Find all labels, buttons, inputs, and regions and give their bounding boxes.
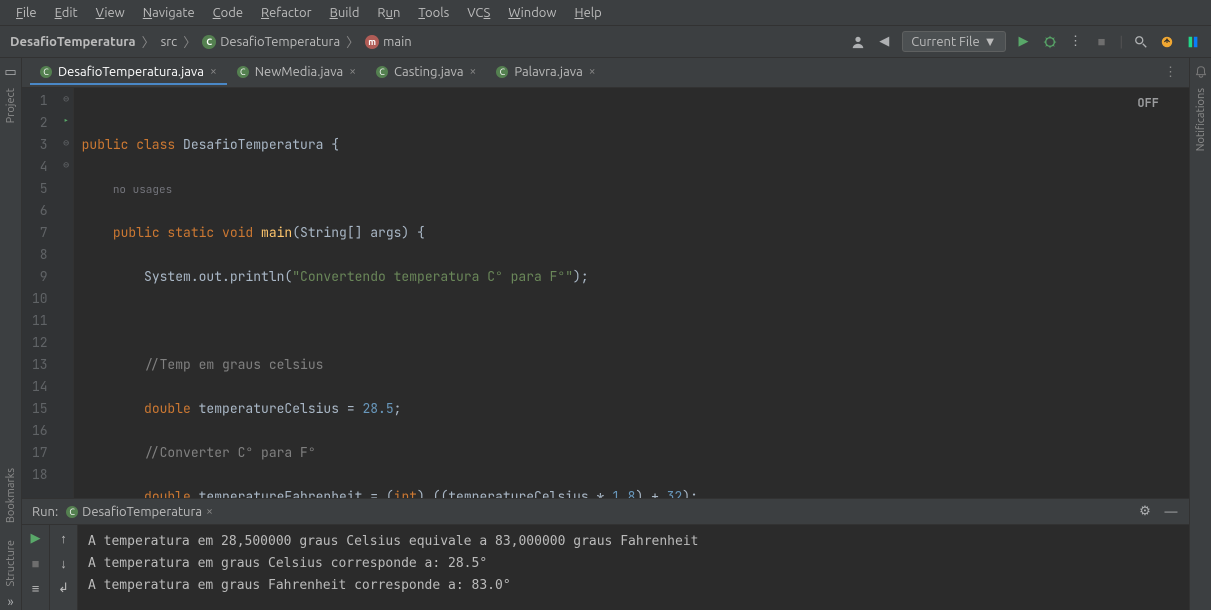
menu-tools[interactable]: Tools	[410, 4, 457, 22]
breadcrumb-sep: 〉	[142, 32, 155, 51]
menu-help[interactable]: Help	[567, 4, 610, 22]
run-button[interactable]: ▶	[1016, 34, 1032, 50]
back-icon[interactable]: ◀	[876, 34, 892, 50]
close-icon[interactable]: ×	[589, 65, 596, 78]
menu-navigate[interactable]: Navigate	[135, 4, 203, 22]
project-label[interactable]: Project	[5, 80, 17, 131]
class-icon: C	[496, 66, 508, 78]
ide-icon[interactable]	[1185, 34, 1201, 50]
tab-label: NewMedia.java	[255, 65, 344, 79]
inspection-off-badge[interactable]: OFF	[1137, 92, 1159, 114]
toolbar-sep: |	[1120, 35, 1124, 49]
menu-vcs[interactable]: VCS	[459, 4, 498, 22]
menu-window[interactable]: Window	[500, 4, 564, 22]
debug-button[interactable]	[1042, 34, 1058, 50]
up-icon[interactable]: ↑	[60, 531, 67, 546]
close-icon[interactable]: ×	[210, 65, 217, 78]
run-tool-window: Run: C DesafioTemperatura × ⚙ — ▶ ■ ≡	[22, 498, 1189, 610]
right-tool-stripe: Notifications	[1189, 58, 1211, 610]
console-output[interactable]: A temperatura em 28,500000 graus Celsius…	[78, 525, 1189, 610]
breadcrumb-class[interactable]: DesafioTemperatura	[220, 35, 340, 49]
menu-build[interactable]: Build	[322, 4, 368, 22]
layout-icon[interactable]: ≡	[32, 581, 40, 596]
search-icon[interactable]	[1133, 34, 1149, 50]
editor[interactable]: 123456789101112131415161718 ⊖▸⊖⊖ OFF pub…	[22, 88, 1189, 498]
more-actions-icon[interactable]: ⋮	[1068, 34, 1084, 50]
wrap-icon[interactable]: ↲	[58, 581, 69, 596]
breadcrumb-src[interactable]: src	[161, 35, 178, 49]
stop-button[interactable]: ■	[32, 556, 40, 571]
breadcrumb-sep: 〉	[183, 32, 196, 51]
run-tab[interactable]: C DesafioTemperatura ×	[66, 505, 213, 519]
bell-icon[interactable]	[1193, 64, 1209, 80]
tab-file-0[interactable]: C DesafioTemperatura.java ×	[30, 61, 227, 85]
chevron-down-icon: ▼	[984, 34, 997, 49]
class-icon: C	[40, 66, 52, 78]
breadcrumb-method[interactable]: main	[383, 35, 411, 49]
line-gutter: 123456789101112131415161718	[22, 88, 60, 498]
run-toolbar-2: ↑ ↓ ↲	[50, 525, 78, 610]
code-area[interactable]: OFF public class DesafioTemperatura { no…	[74, 88, 1189, 498]
menubar: File Edit View Navigate Code Refactor Bu…	[0, 0, 1211, 26]
menu-view[interactable]: View	[88, 4, 133, 22]
menu-run[interactable]: Run	[369, 4, 408, 22]
tab-file-3[interactable]: C Palavra.java ×	[486, 61, 605, 85]
menu-edit[interactable]: Edit	[47, 4, 86, 22]
project-tool-icon[interactable]: ▭	[3, 64, 19, 80]
update-icon[interactable]	[1159, 34, 1175, 50]
hide-icon[interactable]: —	[1163, 504, 1179, 520]
fold-gutter[interactable]: ⊖▸⊖⊖	[60, 88, 74, 498]
breadcrumb-project[interactable]: DesafioTemperatura	[10, 35, 136, 49]
more-tabs-icon[interactable]: ⋮	[1164, 65, 1189, 80]
close-icon[interactable]: ×	[470, 65, 477, 78]
breadcrumb[interactable]: DesafioTemperatura 〉 src 〉 C DesafioTemp…	[10, 32, 412, 51]
notifications-label[interactable]: Notifications	[1195, 80, 1207, 159]
menu-refactor[interactable]: Refactor	[253, 4, 320, 22]
run-config-label: Current File	[911, 35, 979, 49]
left-tool-stripe: ▭ Project Bookmarks Structure »	[0, 58, 22, 610]
class-icon: C	[66, 506, 78, 518]
class-icon: C	[376, 66, 388, 78]
more-icon[interactable]: »	[3, 594, 19, 610]
menu-code[interactable]: Code	[205, 4, 251, 22]
class-icon: C	[237, 66, 249, 78]
tab-file-2[interactable]: C Casting.java ×	[366, 61, 486, 85]
no-usages-hint: no usages	[113, 183, 172, 197]
class-icon: C	[202, 35, 216, 49]
breadcrumb-sep: 〉	[346, 32, 359, 51]
close-icon[interactable]: ×	[206, 505, 213, 518]
tab-label: Casting.java	[394, 65, 464, 79]
gear-icon[interactable]: ⚙	[1137, 504, 1153, 520]
run-toolbar: ▶ ■ ≡	[22, 525, 50, 610]
rerun-button[interactable]: ▶	[31, 531, 41, 546]
down-icon[interactable]: ↓	[60, 556, 67, 571]
tab-file-1[interactable]: C NewMedia.java ×	[227, 61, 366, 85]
bookmarks-label[interactable]: Bookmarks	[5, 460, 17, 531]
close-icon[interactable]: ×	[349, 65, 356, 78]
run-config-select[interactable]: Current File ▼	[902, 31, 1005, 52]
tab-label: DesafioTemperatura.java	[58, 65, 204, 79]
editor-tabs: C DesafioTemperatura.java × C NewMedia.j…	[22, 58, 1189, 88]
main-area: ▭ Project Bookmarks Structure » C Desafi…	[0, 58, 1211, 610]
navigation-bar: DesafioTemperatura 〉 src 〉 C DesafioTemp…	[0, 26, 1211, 58]
run-tab-label: DesafioTemperatura	[82, 505, 202, 519]
method-icon: m	[365, 35, 379, 49]
stop-button[interactable]: ■	[1094, 34, 1110, 50]
user-icon[interactable]	[850, 34, 866, 50]
tab-label: Palavra.java	[514, 65, 582, 79]
run-title: Run:	[32, 505, 58, 519]
structure-label[interactable]: Structure	[5, 532, 17, 595]
menu-file[interactable]: File	[8, 4, 45, 22]
